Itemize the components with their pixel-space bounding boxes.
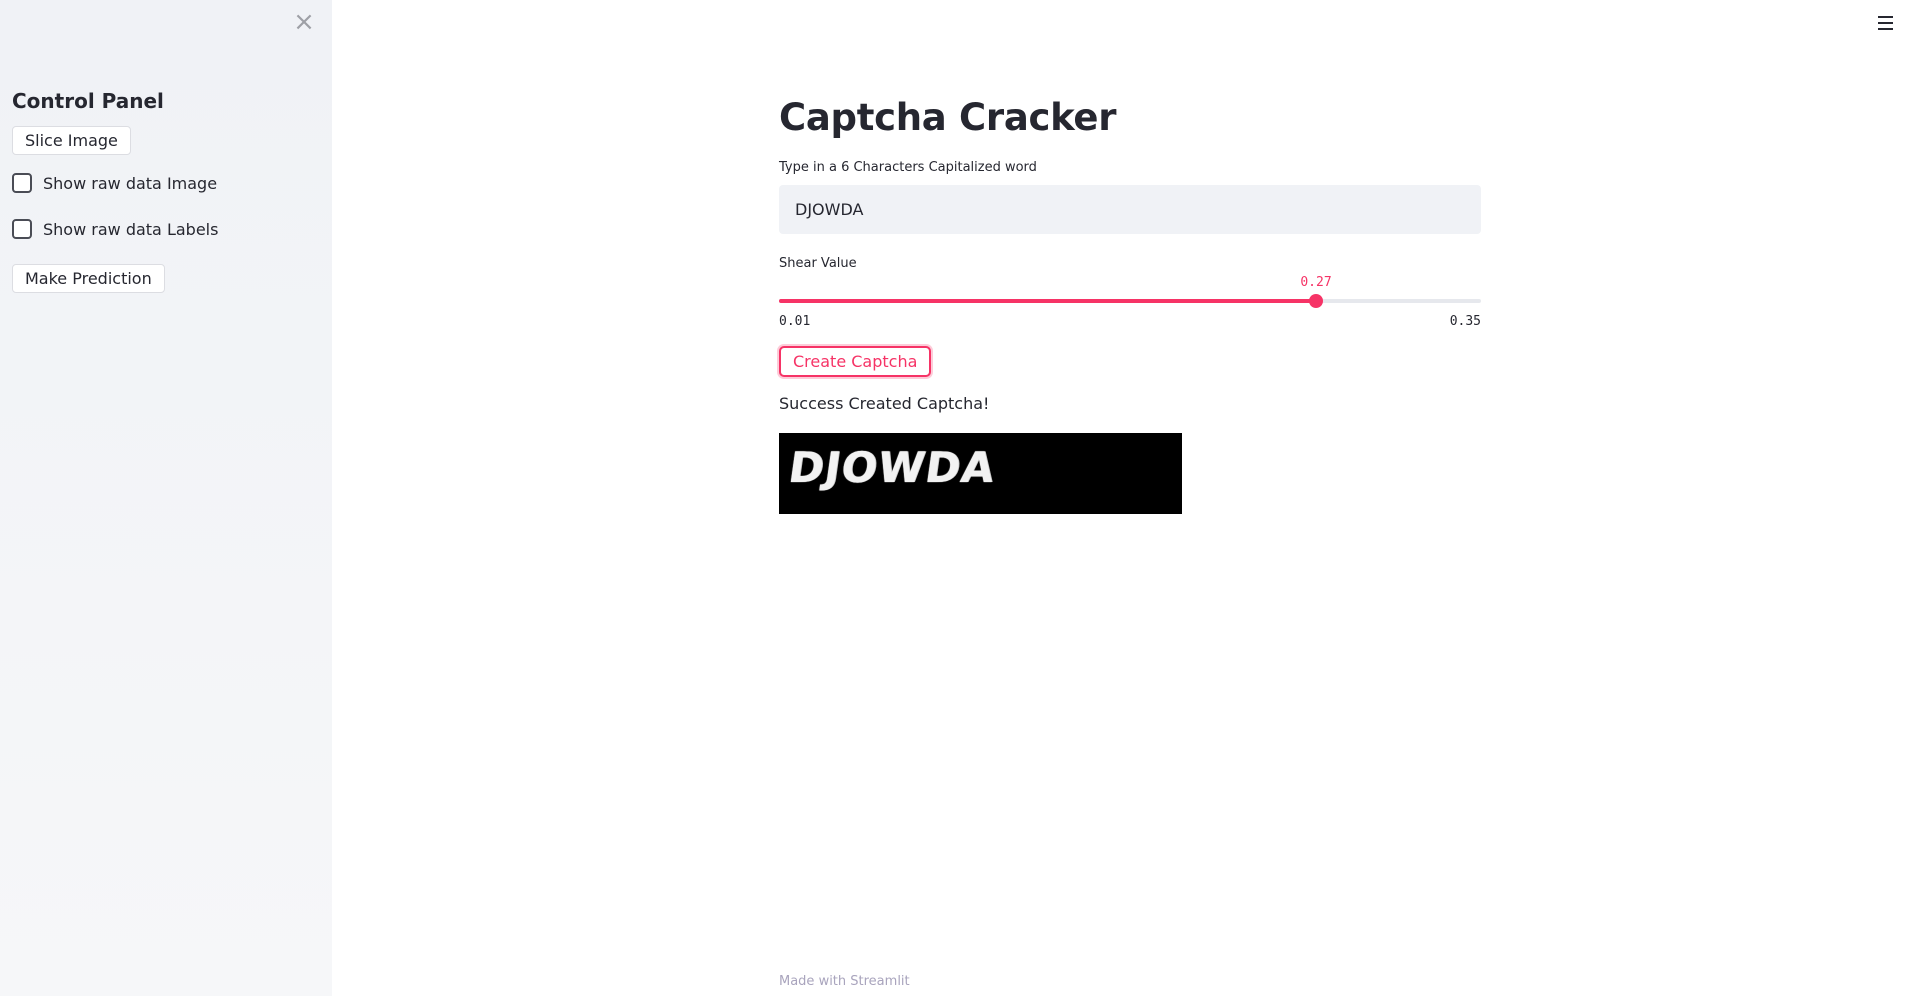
checkbox-label: Show raw data Labels — [43, 219, 219, 239]
success-message: Success Created Captcha! — [779, 394, 990, 413]
checkbox-box[interactable] — [12, 173, 32, 193]
word-input-label: Type in a 6 Characters Capitalized word — [779, 160, 1037, 175]
make-prediction-button[interactable]: Make Prediction — [12, 264, 165, 293]
word-input[interactable] — [779, 185, 1481, 234]
create-captcha-button[interactable]: Create Captcha — [779, 346, 932, 377]
captcha-image: DJOWDA — [779, 433, 1182, 514]
sidebar: × Control Panel Slice Image Show raw dat… — [0, 0, 332, 996]
slider-max-label: 0.35 — [1449, 314, 1481, 329]
page-title: Captcha Cracker — [779, 96, 1117, 139]
slider-track[interactable] — [779, 299, 1481, 303]
show-raw-labels-checkbox[interactable]: Show raw data Labels — [12, 217, 218, 241]
footer-text[interactable]: Made with Streamlit — [779, 974, 910, 989]
close-sidebar-icon[interactable]: × — [292, 8, 316, 36]
checkbox-label: Show raw data Image — [43, 173, 218, 193]
sidebar-title: Control Panel — [12, 89, 164, 113]
slider-fill — [779, 299, 1316, 303]
slider-value: 0.27 — [1300, 275, 1332, 290]
shear-slider[interactable]: 0.27 0.01 0.35 — [779, 275, 1481, 331]
shear-slider-label: Shear Value — [779, 256, 857, 271]
slider-min-label: 0.01 — [779, 314, 811, 329]
hamburger-menu-icon[interactable] — [1876, 12, 1896, 34]
captcha-image-text: DJOWDA — [785, 443, 999, 492]
slice-image-button[interactable]: Slice Image — [12, 126, 131, 155]
checkbox-box[interactable] — [12, 219, 32, 239]
show-raw-image-checkbox[interactable]: Show raw data Image — [12, 171, 217, 195]
slider-thumb[interactable] — [1309, 294, 1323, 308]
